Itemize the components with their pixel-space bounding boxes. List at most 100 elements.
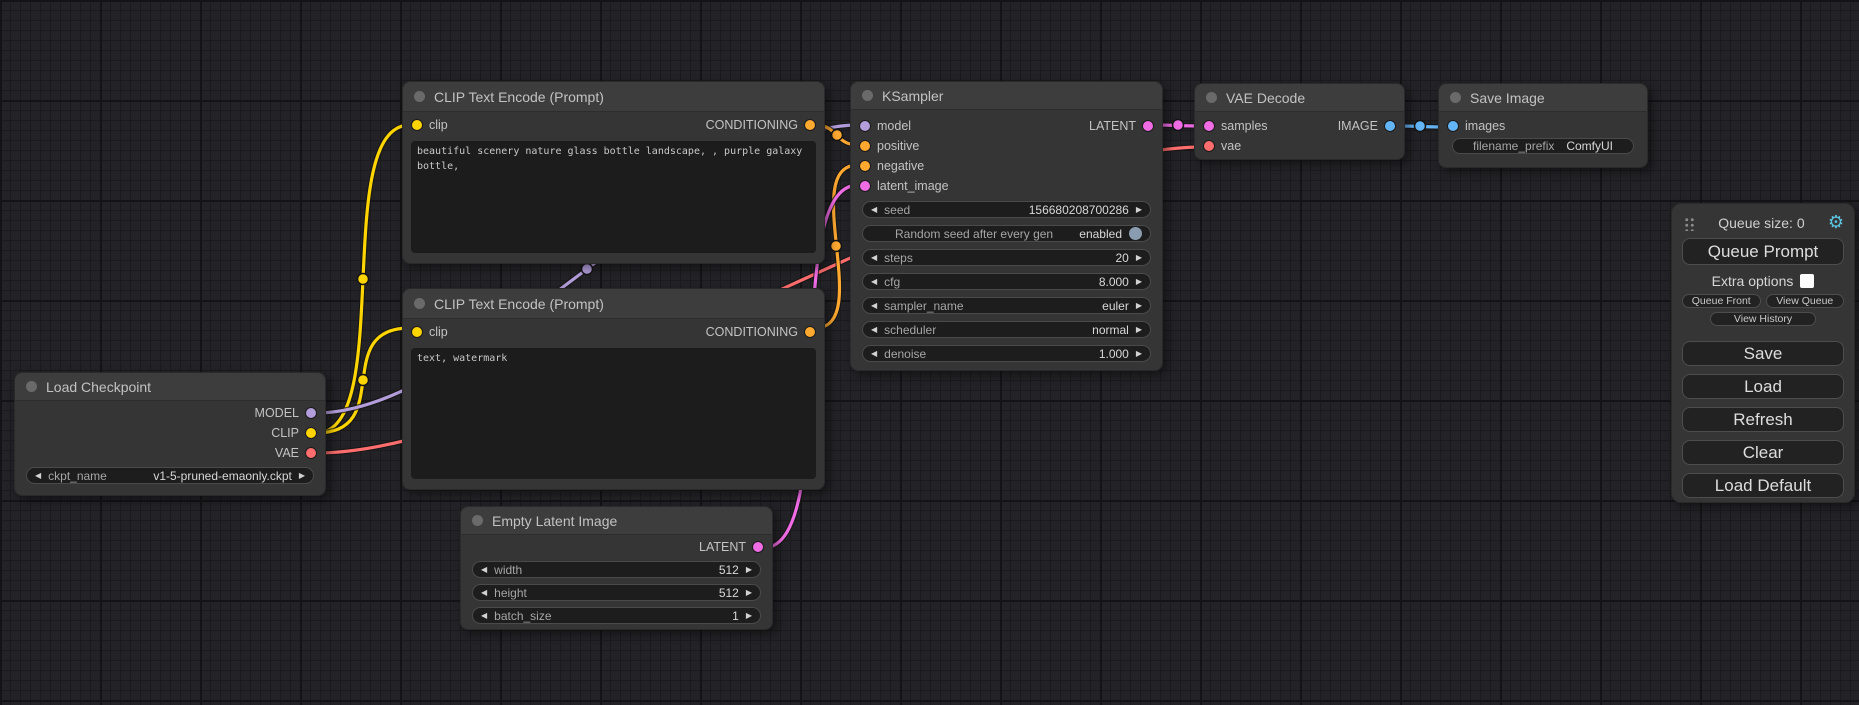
- conditioning-output-dot[interactable]: [805, 327, 815, 337]
- port-clip-input[interactable]: clip: [412, 118, 448, 132]
- port-clip-input[interactable]: clip: [412, 325, 448, 339]
- next-value-arrow-icon[interactable]: ▶: [746, 612, 752, 620]
- clip-input-dot[interactable]: [412, 120, 422, 130]
- seed-widget[interactable]: ◀ seed 156680208700286 ▶: [862, 201, 1151, 218]
- ckpt-name-widget[interactable]: ◀ ckpt_name v1-5-pruned-emaonly.ckpt ▶: [26, 467, 314, 484]
- sampler-name-widget[interactable]: ◀ sampler_name euler ▶: [862, 297, 1151, 314]
- collapse-dot-icon[interactable]: [26, 381, 37, 392]
- collapse-dot-icon[interactable]: [472, 515, 483, 526]
- port-model-input[interactable]: model: [860, 119, 911, 133]
- prev-value-arrow-icon[interactable]: ◀: [481, 612, 487, 620]
- next-value-arrow-icon[interactable]: ▶: [1136, 350, 1142, 358]
- prev-value-arrow-icon[interactable]: ◀: [871, 350, 877, 358]
- random-seed-toggle-widget[interactable]: Random seed after every gen enabled: [862, 225, 1151, 242]
- queue-prompt-button[interactable]: Queue Prompt: [1682, 238, 1844, 265]
- view-history-button[interactable]: View History: [1710, 312, 1816, 326]
- port-model-output[interactable]: MODEL: [255, 406, 316, 420]
- port-image-output[interactable]: IMAGE: [1338, 119, 1395, 133]
- collapse-dot-icon[interactable]: [1206, 92, 1217, 103]
- next-value-arrow-icon[interactable]: ▶: [1136, 326, 1142, 334]
- node-header[interactable]: VAE Decode: [1195, 84, 1404, 112]
- denoise-widget[interactable]: ◀ denoise 1.000 ▶: [862, 345, 1151, 362]
- node-load-checkpoint[interactable]: Load Checkpoint MODEL CLIP VAE ◀ ckpt_na…: [14, 372, 326, 496]
- latent-output-dot[interactable]: [1143, 121, 1153, 131]
- drag-handle-icon[interactable]: [1684, 216, 1695, 231]
- node-header[interactable]: Load Checkpoint: [15, 373, 325, 401]
- node-empty-latent-image[interactable]: Empty Latent Image LATENT ◀ width 512 ▶ …: [460, 506, 773, 630]
- port-clip-output[interactable]: CLIP: [271, 426, 316, 440]
- load-default-button[interactable]: Load Default: [1682, 473, 1844, 498]
- vae-output-dot[interactable]: [306, 448, 316, 458]
- prev-value-arrow-icon[interactable]: ◀: [871, 326, 877, 334]
- port-negative-input[interactable]: negative: [860, 159, 924, 173]
- images-input-dot[interactable]: [1448, 121, 1458, 131]
- steps-widget[interactable]: ◀ steps 20 ▶: [862, 249, 1151, 266]
- prev-value-arrow-icon[interactable]: ◀: [35, 472, 41, 480]
- model-output-dot[interactable]: [306, 408, 316, 418]
- queue-front-button[interactable]: Queue Front: [1682, 294, 1761, 308]
- conditioning-output-dot[interactable]: [805, 120, 815, 130]
- refresh-button[interactable]: Refresh: [1682, 407, 1844, 432]
- batch-size-widget[interactable]: ◀ batch_size 1 ▶: [472, 607, 761, 624]
- node-header[interactable]: CLIP Text Encode (Prompt): [403, 289, 824, 319]
- port-latent-image-input[interactable]: latent_image: [860, 179, 949, 193]
- clip-output-dot[interactable]: [306, 428, 316, 438]
- prev-value-arrow-icon[interactable]: ◀: [871, 254, 877, 262]
- scheduler-widget[interactable]: ◀ scheduler normal ▶: [862, 321, 1151, 338]
- next-value-arrow-icon[interactable]: ▶: [1136, 302, 1142, 310]
- latent-output-dot[interactable]: [753, 542, 763, 552]
- settings-gear-icon[interactable]: ⚙: [1828, 214, 1844, 232]
- collapse-dot-icon[interactable]: [414, 298, 425, 309]
- prev-value-arrow-icon[interactable]: ◀: [481, 589, 487, 597]
- vae-input-dot[interactable]: [1204, 141, 1214, 151]
- port-conditioning-output[interactable]: CONDITIONING: [706, 325, 815, 339]
- collapse-dot-icon[interactable]: [1450, 92, 1461, 103]
- toggle-knob-icon[interactable]: [1129, 227, 1142, 240]
- negative-prompt-textarea[interactable]: text, watermark: [411, 348, 816, 479]
- image-output-dot[interactable]: [1385, 121, 1395, 131]
- node-header[interactable]: CLIP Text Encode (Prompt): [403, 82, 824, 112]
- link-clip-to-negative-prompt[interactable]: [316, 328, 410, 433]
- cfg-widget[interactable]: ◀ cfg 8.000 ▶: [862, 273, 1151, 290]
- prev-value-arrow-icon[interactable]: ◀: [481, 566, 487, 574]
- collapse-dot-icon[interactable]: [862, 90, 873, 101]
- model-input-dot[interactable]: [860, 121, 870, 131]
- positive-input-dot[interactable]: [860, 141, 870, 151]
- port-vae-input[interactable]: vae: [1204, 139, 1241, 153]
- next-value-arrow-icon[interactable]: ▶: [1136, 254, 1142, 262]
- latent-image-input-dot[interactable]: [860, 181, 870, 191]
- prev-value-arrow-icon[interactable]: ◀: [871, 278, 877, 286]
- view-queue-button[interactable]: View Queue: [1766, 294, 1845, 308]
- load-button[interactable]: Load: [1682, 374, 1844, 399]
- height-widget[interactable]: ◀ height 512 ▶: [472, 584, 761, 601]
- filename-prefix-widget[interactable]: filename_prefix ComfyUI: [1452, 138, 1634, 154]
- save-button[interactable]: Save: [1682, 341, 1844, 366]
- port-vae-output[interactable]: VAE: [275, 446, 316, 460]
- next-value-arrow-icon[interactable]: ▶: [1136, 206, 1142, 214]
- node-clip-text-encode-negative[interactable]: CLIP Text Encode (Prompt) clip CONDITION…: [402, 288, 825, 490]
- node-header[interactable]: KSampler: [851, 82, 1162, 110]
- next-value-arrow-icon[interactable]: ▶: [746, 566, 752, 574]
- port-images-input[interactable]: images: [1448, 119, 1505, 133]
- port-conditioning-output[interactable]: CONDITIONING: [706, 118, 815, 132]
- node-graph-canvas[interactable]: Load Checkpoint MODEL CLIP VAE ◀ ckpt_na…: [0, 0, 1859, 705]
- samples-input-dot[interactable]: [1204, 121, 1214, 131]
- negative-input-dot[interactable]: [860, 161, 870, 171]
- next-value-arrow-icon[interactable]: ▶: [299, 472, 305, 480]
- collapse-dot-icon[interactable]: [414, 91, 425, 102]
- node-save-image[interactable]: Save Image images filename_prefix ComfyU…: [1438, 83, 1648, 168]
- node-clip-text-encode-positive[interactable]: CLIP Text Encode (Prompt) clip CONDITION…: [402, 81, 825, 264]
- queue-menu-panel[interactable]: Queue size: 0 ⚙ Queue Prompt Extra optio…: [1671, 203, 1855, 503]
- prev-value-arrow-icon[interactable]: ◀: [871, 206, 877, 214]
- port-positive-input[interactable]: positive: [860, 139, 919, 153]
- next-value-arrow-icon[interactable]: ▶: [1136, 278, 1142, 286]
- port-latent-output[interactable]: LATENT: [1089, 119, 1153, 133]
- next-value-arrow-icon[interactable]: ▶: [746, 589, 752, 597]
- prev-value-arrow-icon[interactable]: ◀: [871, 302, 877, 310]
- port-latent-output[interactable]: LATENT: [699, 540, 763, 554]
- node-header[interactable]: Empty Latent Image: [461, 507, 772, 535]
- node-vae-decode[interactable]: VAE Decode samples IMAGE vae: [1194, 83, 1405, 160]
- clear-button[interactable]: Clear: [1682, 440, 1844, 465]
- node-ksampler[interactable]: KSampler model LATENT positive negative …: [850, 81, 1163, 371]
- extra-options-checkbox[interactable]: [1800, 274, 1814, 288]
